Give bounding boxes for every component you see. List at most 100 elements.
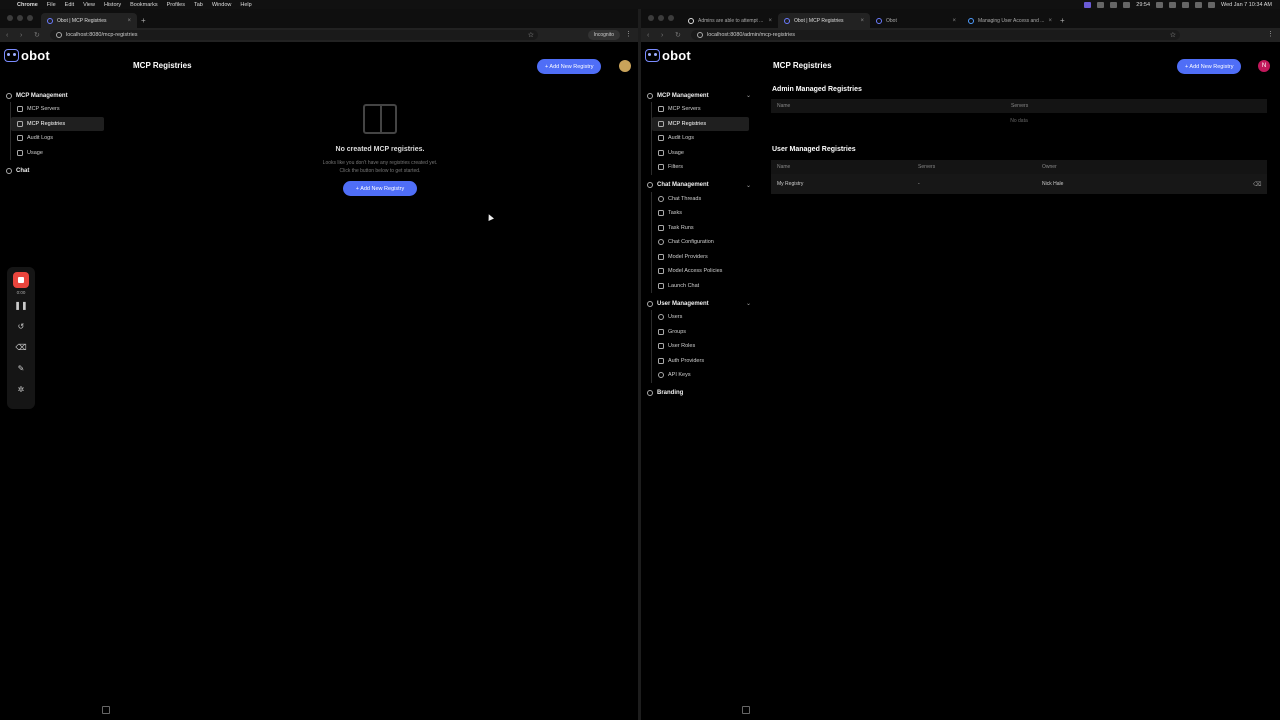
sidebar-item-model-access-policies[interactable]: Model Access Policies [652,264,749,279]
registry-name[interactable]: My Registry [771,181,918,187]
tab-mcp-registries[interactable]: Obot | MCP Registries × [778,13,870,28]
minimize-window-button[interactable] [658,15,664,21]
close-tab-icon[interactable]: × [127,18,131,24]
tray-app-icon[interactable] [1123,1,1131,8]
settings-icon[interactable]: ✲ [18,379,25,400]
bookmark-star-icon[interactable]: ☆ [528,31,534,39]
tab-github[interactable]: Admins are able to attempt ... × [682,13,778,28]
site-info-icon[interactable] [56,32,62,38]
sidebar-toggle-icon[interactable] [742,706,750,714]
sidebar-item-mcp-servers[interactable]: MCP Servers [652,102,749,117]
sidebar-item-auth-providers[interactable]: Auth Providers [652,354,749,369]
clock[interactable]: Wed Jan 7 10:34 AM [1221,2,1272,8]
back-icon[interactable]: ‹ [6,32,14,39]
menu-tab[interactable]: Tab [194,2,203,8]
menu-bookmarks[interactable]: Bookmarks [130,2,158,8]
sidebar-item-api-keys[interactable]: API Keys [652,368,749,383]
browser-menu-icon[interactable]: ⋮ [625,30,632,38]
add-registry-button[interactable]: + Add New Registry [1177,59,1242,74]
menu-edit[interactable]: Edit [65,2,74,8]
close-window-button[interactable] [648,15,654,21]
new-tab-icon[interactable]: + [1060,16,1065,25]
obot-logo[interactable]: obot [4,48,50,63]
menu-profiles[interactable]: Profiles [167,2,185,8]
site-info-icon[interactable] [697,32,703,38]
sidebar-item-audit-logs[interactable]: Audit Logs [11,131,104,146]
sidebar-item-mcp-servers[interactable]: MCP Servers [11,102,104,117]
menu-window[interactable]: Window [212,2,232,8]
forward-icon[interactable]: › [20,32,28,39]
chevron-down-icon[interactable]: ⌄ [746,182,751,189]
obot-logo[interactable]: obot [645,48,691,63]
sidebar-section-user-management[interactable]: User Management ⌄ [641,297,753,310]
battery-icon[interactable] [1169,1,1177,8]
pause-icon[interactable]: ❚❚ [14,295,27,316]
tray-app-icon[interactable] [1110,1,1118,8]
sidebar-toggle-icon[interactable] [102,706,110,714]
close-tab-icon[interactable]: × [768,18,772,24]
url-field[interactable]: localhost:8080/mcp-registries ☆ [50,30,538,40]
restart-icon[interactable]: ↺ [18,316,25,337]
column-header-name[interactable]: Name [771,164,918,170]
sidebar-item-chat-configuration[interactable]: Chat Configuration [652,235,749,250]
sidebar-item-groups[interactable]: Groups [652,325,749,340]
chevron-down-icon[interactable]: ⌄ [746,92,751,99]
zoom-window-button[interactable] [27,15,33,21]
zoom-window-button[interactable] [668,15,674,21]
delete-icon[interactable]: ⌫ [1253,181,1267,188]
sidebar-item-users[interactable]: Users [652,310,749,325]
empty-add-registry-button[interactable]: + Add New Registry [343,181,417,196]
bookmark-star-icon[interactable]: ☆ [1170,31,1176,39]
chevron-down-icon[interactable]: ⌄ [746,300,751,307]
forward-icon[interactable]: › [661,32,669,39]
menu-history[interactable]: History [104,2,121,8]
avatar[interactable] [619,60,631,72]
sidebar-item-mcp-registries[interactable]: MCP Registries [652,116,749,131]
stop-recording-button[interactable] [13,272,29,288]
avatar[interactable]: N [1258,60,1270,72]
sidebar-item-usage[interactable]: Usage [652,146,749,161]
pen-icon[interactable]: ✎ [18,358,25,379]
sidebar-section-mcp-management[interactable]: MCP Management ⌄ [641,89,753,102]
sidebar-item-filters[interactable]: Filters [652,160,749,175]
browser-menu-icon[interactable]: ⋮ [1267,30,1274,38]
wifi-icon[interactable] [1182,1,1190,8]
sidebar-item-chat-threads[interactable]: Chat Threads [652,192,749,207]
control-center-icon[interactable] [1208,1,1216,8]
tab-obot[interactable]: Obot × [870,13,962,28]
tray-app-icon[interactable] [1156,1,1164,8]
sidebar-item-chat[interactable]: Chat [0,164,108,177]
tab-docs[interactable]: Managing User Access and ... × [962,13,1056,28]
menu-help[interactable]: Help [240,2,251,8]
close-tab-icon[interactable]: × [952,18,956,24]
sidebar-item-audit-logs[interactable]: Audit Logs [652,131,749,146]
back-icon[interactable]: ‹ [647,32,655,39]
close-window-button[interactable] [7,15,13,21]
sidebar-item-mcp-registries[interactable]: MCP Registries [11,116,104,131]
tab-mcp-registries[interactable]: Obot | MCP Registries × [41,13,137,28]
menu-view[interactable]: View [83,2,95,8]
sidebar-item-user-roles[interactable]: User Roles [652,339,749,354]
sidebar-item-model-providers[interactable]: Model Providers [652,250,749,265]
reload-icon[interactable]: ↻ [34,31,42,39]
incognito-badge[interactable]: Incognito [587,30,620,40]
sidebar-item-task-runs[interactable]: Task Runs [652,221,749,236]
sidebar-section-chat-management[interactable]: Chat Management ⌄ [641,179,753,192]
close-tab-icon[interactable]: × [1048,18,1052,24]
add-registry-button[interactable]: + Add New Registry [537,59,602,74]
sidebar-item-branding[interactable]: Branding [641,387,753,400]
close-tab-icon[interactable]: × [860,18,864,24]
minimize-window-button[interactable] [17,15,23,21]
tray-app-icon[interactable] [1097,1,1105,8]
new-tab-icon[interactable]: + [141,16,146,25]
sidebar-item-launch-chat[interactable]: Launch Chat [652,279,749,294]
url-field[interactable]: localhost:8080/admin/mcp-registries ☆ [691,30,1180,40]
recording-status-icon[interactable] [1084,1,1092,8]
sidebar-section-mcp-management[interactable]: MCP Management [0,89,108,102]
search-icon[interactable] [1195,1,1203,8]
trash-icon[interactable]: ⌫ [15,337,26,358]
menu-file[interactable]: File [47,2,56,8]
table-row[interactable]: My Registry - Nick Hale ⌫ [771,174,1267,194]
sidebar-item-tasks[interactable]: Tasks [652,206,749,221]
reload-icon[interactable]: ↻ [675,31,683,39]
